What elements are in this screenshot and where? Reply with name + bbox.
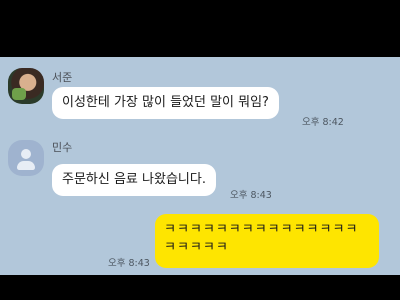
message-time: 오후 8:43	[108, 258, 150, 269]
message-bubble-received[interactable]: 주문하신 음료 나왔습니다.	[52, 164, 216, 196]
message-bubble-sent[interactable]: ㅋㅋㅋㅋㅋㅋㅋㅋㅋㅋㅋㅋㅋㅋㅋㅋㅋㅋㅋㅋ	[155, 214, 379, 268]
profile-shoulders-shape	[17, 161, 35, 170]
profile-head-shape	[21, 149, 31, 159]
profile-photo-detail	[12, 88, 26, 100]
profile-avatar-seojun[interactable]	[8, 68, 44, 104]
message-time: 오후 8:43	[230, 190, 272, 201]
default-profile-icon[interactable]	[8, 140, 44, 176]
sender-name: 서준	[52, 71, 73, 84]
chat-area: 서준 이성한테 가장 많이 들었던 말이 뭐임? 오후 8:42 민수 주문하신…	[0, 57, 400, 275]
sender-name: 민수	[52, 141, 73, 154]
message-time: 오후 8:42	[302, 117, 344, 128]
message-bubble-received[interactable]: 이성한테 가장 많이 들었던 말이 뭐임?	[52, 87, 279, 119]
